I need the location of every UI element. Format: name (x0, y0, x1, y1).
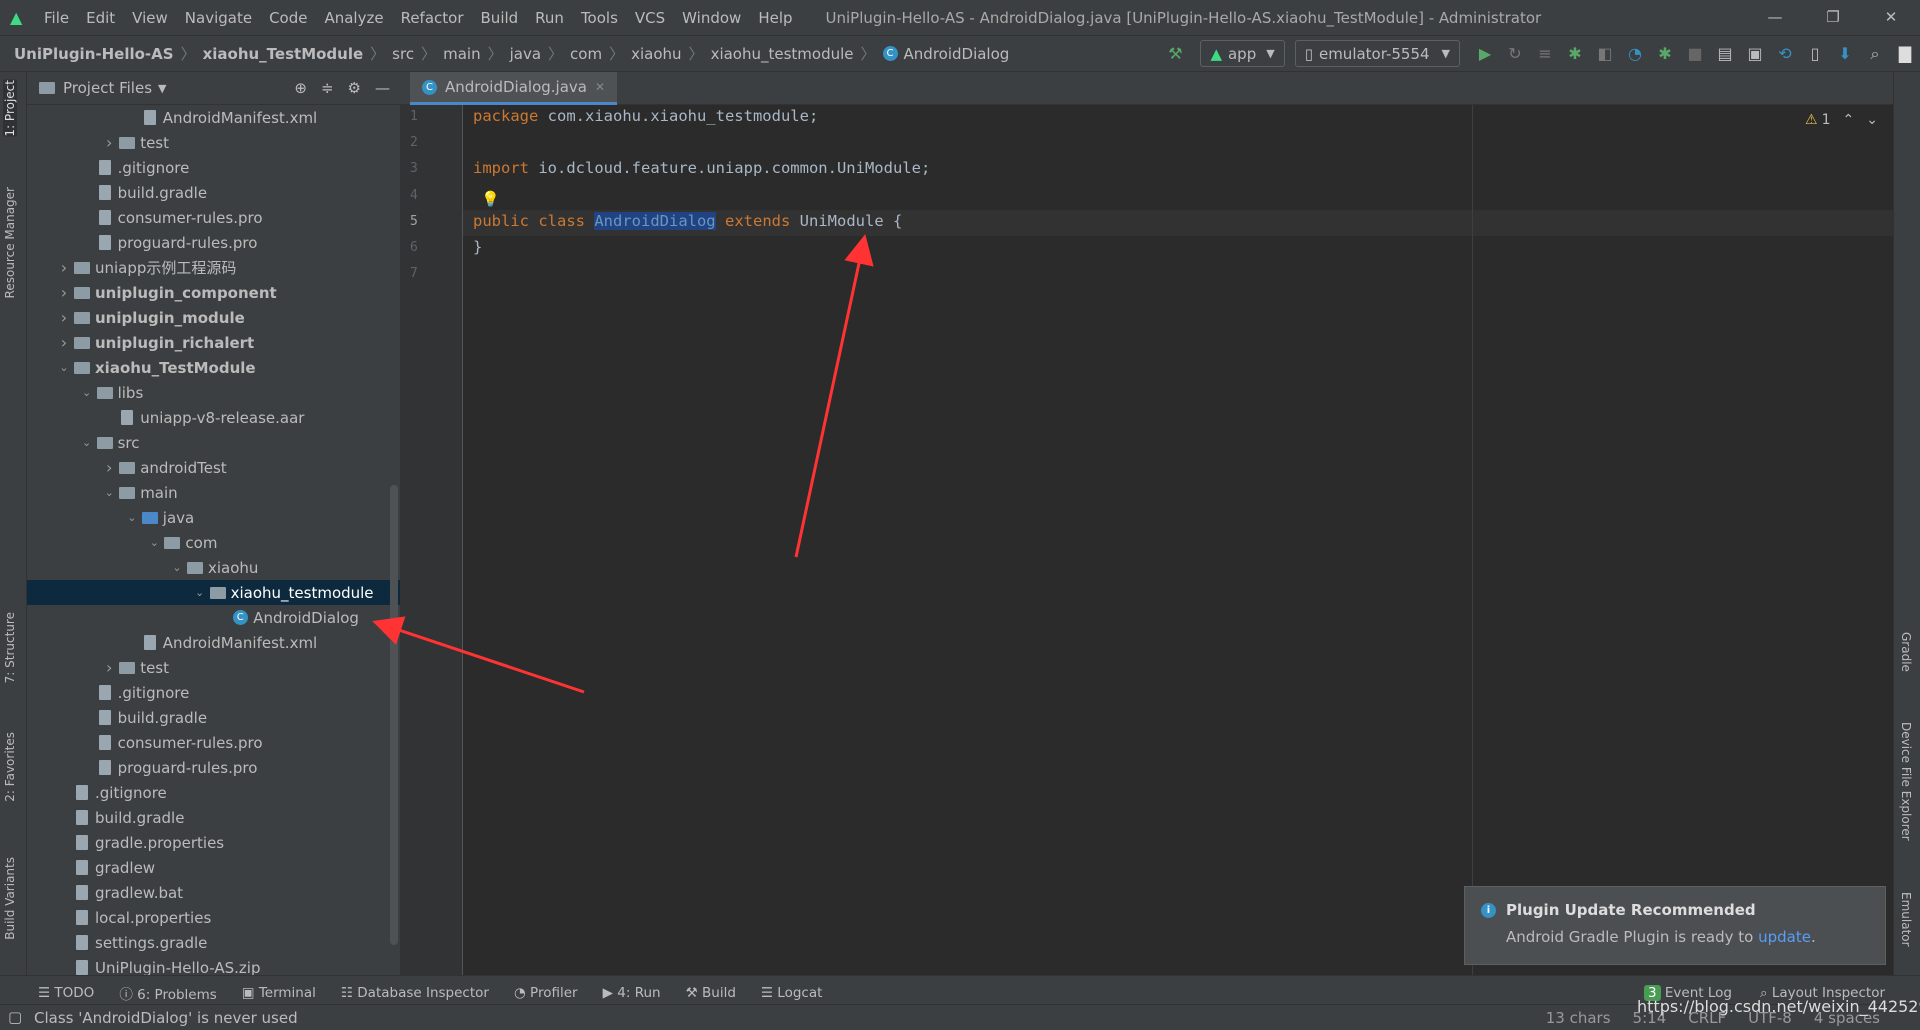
tab-todo[interactable]: ☰ TODO (38, 985, 94, 1001)
status-bar: ▢ Class 'AndroidDialog' is never used 13… (0, 997, 1920, 1030)
tab-problems[interactable]: ⓘ 6: Problems (119, 983, 216, 1003)
tab-profiler[interactable]: ◔ Profiler (514, 985, 578, 1001)
notification-body: Android Gradle Plugin is ready to (1506, 928, 1759, 946)
tab-build[interactable]: ⚒ Build (686, 985, 736, 1001)
plugin-update-notification: i Plugin Update Recommended Android Gradl… (1464, 886, 1886, 965)
red-arrow-to-class (794, 234, 874, 558)
status-toggle-icon[interactable]: ▢ (8, 1008, 22, 1026)
watermark: https://blog.csdn.net/weixin_44252970 (1637, 997, 1920, 1016)
selection-chars: 13 chars (1545, 1008, 1611, 1027)
tab-run[interactable]: ▶ 4: Run (603, 985, 661, 1001)
red-arrow-to-file (372, 616, 585, 694)
notification-tail: . (1810, 928, 1816, 946)
tab-logcat[interactable]: ☰ Logcat (761, 985, 823, 1001)
update-link[interactable]: update (1758, 928, 1811, 946)
annotation-arrows (372, 234, 874, 694)
notification-title: Plugin Update Recommended (1506, 901, 1756, 919)
tab-terminal[interactable]: ▣ Terminal (242, 985, 316, 1001)
tab-database-inspector[interactable]: ☷ Database Inspector (341, 985, 489, 1001)
info-icon: i (1481, 902, 1496, 918)
status-message: Class 'AndroidDialog' is never used (34, 1008, 298, 1027)
